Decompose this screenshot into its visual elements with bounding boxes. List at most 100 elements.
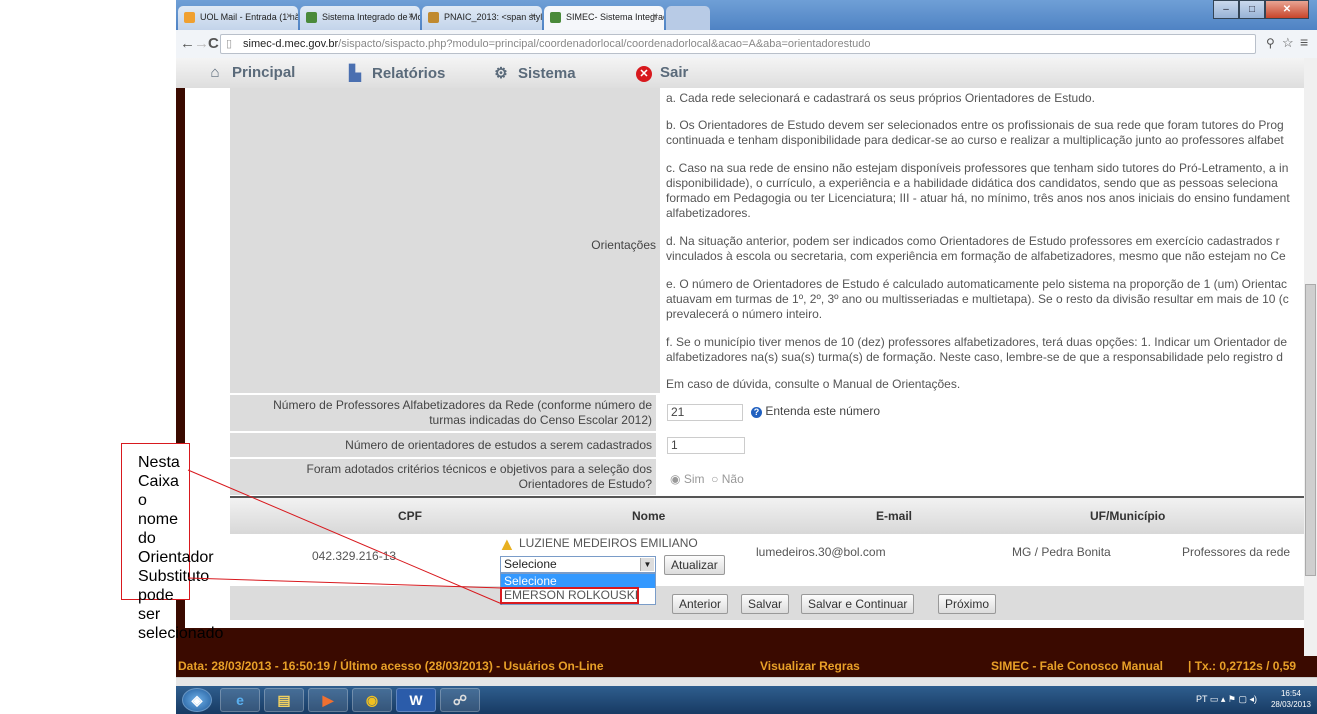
salvar-button[interactable]: Salvar	[741, 594, 790, 614]
nav-label: Principal	[232, 64, 296, 81]
salvar-continuar-button[interactable]: Salvar e Continuar	[801, 594, 915, 614]
atualizar-button[interactable]: Atualizar	[664, 555, 725, 575]
header-email: E-mail	[876, 509, 913, 523]
tab-close-icon[interactable]: ×	[530, 6, 536, 28]
folder-icon[interactable]: ▤	[264, 688, 304, 712]
tab-title: Sistema Integrado de Mo	[322, 12, 420, 22]
tab-close-icon[interactable]: ×	[408, 6, 414, 28]
num-orientadores-input[interactable]: 1	[667, 437, 745, 454]
num-professores-label: Número de Professores Alfabetizadores da…	[230, 395, 656, 431]
nav-sistema[interactable]: ⚙ Sistema	[492, 64, 576, 82]
anterior-button[interactable]: Anterior	[672, 594, 729, 614]
minimize-icon[interactable]: –	[1213, 0, 1239, 19]
window-close-icon[interactable]: ✕	[1265, 0, 1309, 19]
reload-icon[interactable]: C	[208, 35, 219, 52]
nav-label: Sistema	[518, 65, 576, 82]
maximize-icon[interactable]: □	[1239, 0, 1265, 19]
zoom-icon[interactable]: ⚲	[1266, 36, 1275, 50]
nav-sair[interactable]: ✕ Sair	[636, 64, 688, 82]
header-nome: Nome	[632, 509, 666, 523]
system-tray: PT ▭ ▴ ⚑ ▢ ◂)	[1196, 694, 1257, 704]
instruction-c1: c. Caso na sua rede de ensino não esteja…	[666, 161, 1289, 175]
instruction-f2: alfabetizadores na(s) sua(s) turma(s) de…	[666, 350, 1283, 364]
cell-funcao: Professores da rede	[1182, 545, 1291, 559]
clock-date: 28/03/2013	[1270, 700, 1311, 709]
cell-nome: LUZIENE MEDEIROS EMILIANO	[519, 536, 698, 550]
header-cpf: CPF	[398, 509, 422, 523]
exit-icon: ✕	[636, 66, 652, 82]
radio-nao[interactable]: ○	[711, 472, 718, 486]
instruction-c4: alfabetizadores.	[666, 206, 751, 220]
tab-title: UOL Mail - Entrada (1 não	[200, 12, 298, 22]
language-indicator[interactable]: PT	[1196, 694, 1207, 704]
option-selecione[interactable]: Selecione	[501, 574, 655, 588]
new-tab-button[interactable]	[666, 6, 710, 30]
orientador-substituto-select[interactable]: Selecione ▼	[500, 556, 656, 573]
instruction-d2: vinculados à escola ou secretaria, com e…	[666, 249, 1286, 263]
back-icon[interactable]: ←	[180, 35, 195, 52]
ie-icon[interactable]: e	[220, 688, 260, 712]
menu-icon[interactable]: ≡	[1300, 34, 1308, 50]
cell-email: lumedeiros.30@bol.com	[756, 545, 886, 559]
warning-icon: ▲	[498, 534, 516, 554]
label-line: turmas indicadas do Censo Escolar 2012)	[429, 413, 652, 427]
table-header: CPF Nome E-mail UF/Município	[230, 496, 1316, 536]
visualizar-regras-link[interactable]: Visualizar Regras	[760, 656, 860, 677]
chrome-icon[interactable]: ◉	[352, 688, 392, 712]
nav-principal[interactable]: ⌂ Principal	[206, 64, 295, 81]
windows-taskbar: ◈ e ▤ ▶ ◉ W ☍ PT ▭ ▴ ⚑ ▢ ◂) 16:54 28/03/…	[176, 686, 1317, 714]
nav-label: Relatórios	[372, 65, 446, 82]
browser-tab-pnaic[interactable]: PNAIC_2013: <span style ×	[422, 6, 542, 30]
instruction-f1: f. Se o município tiver menos de 10 (dez…	[666, 335, 1287, 349]
clock-time: 16:54	[1280, 689, 1301, 698]
chevron-down-icon[interactable]: ▼	[640, 558, 654, 571]
app-nav-bar: ⌂ Principal ▙ Relatórios ⚙ Sistema ✕ Sair	[176, 58, 1317, 89]
instruction-c2: disponibilidade), o currículo, a experiê…	[666, 176, 1278, 190]
instruction-b2: continuada e tenham disponibilidade para…	[666, 133, 1284, 147]
url-host: simec-d.mec.gov.br	[243, 38, 339, 50]
label-line: Orientadores de Estudo?	[518, 477, 652, 491]
start-button-icon[interactable]: ◈	[182, 688, 212, 712]
bookmark-star-icon[interactable]: ☆	[1282, 35, 1294, 51]
select-value: Selecione	[504, 557, 557, 571]
criterios-radio-group: ◉ Sim ○ Não	[670, 472, 744, 486]
browser-tab-simec-active[interactable]: SIMEC- Sistema Integrado ×	[544, 6, 664, 30]
proximo-button[interactable]: Próximo	[938, 594, 997, 614]
instruction-a: a. Cada rede selecionará e cadastrará os…	[666, 91, 1095, 105]
criterios-label: Foram adotados critérios técnicos e obje…	[230, 459, 656, 495]
address-bar[interactable]: ▯ simec-d.mec.gov.br/sispacto/sispacto.p…	[220, 34, 1256, 54]
tab-title: PNAIC_2013: <span style	[444, 12, 542, 22]
forward-icon[interactable]: →	[194, 35, 209, 52]
num-professores-input[interactable]: 21	[667, 404, 743, 421]
browser-tab-sistema[interactable]: Sistema Integrado de Mo ×	[300, 6, 420, 30]
clock[interactable]: 16:54 28/03/2013	[1271, 688, 1311, 710]
simec-favicon-icon	[306, 12, 317, 23]
info-icon: ?	[751, 407, 762, 418]
scrollbar-thumb[interactable]	[1305, 284, 1316, 576]
media-player-icon[interactable]: ▶	[308, 688, 348, 712]
entenda-link[interactable]: ? Entenda este número	[751, 404, 880, 418]
nav-label: Sair	[660, 64, 689, 81]
word-icon[interactable]: W	[396, 688, 436, 712]
instruction-duvida: Em caso de dúvida, consulte o Manual de …	[666, 377, 961, 391]
fale-conosco-link[interactable]: SIMEC - Fale Conosco Manual	[991, 656, 1163, 677]
footer-tx: | Tx.: 0,2712s / 0,59	[1188, 659, 1297, 673]
nav-relatorios[interactable]: ▙ Relatórios	[346, 64, 445, 82]
cell-cpf: 042.329.216-13	[312, 549, 397, 563]
tab-close-icon[interactable]: ×	[286, 6, 292, 28]
pnaic-favicon-icon	[428, 12, 439, 23]
gear-icon: ⚙	[494, 65, 508, 82]
page-icon: ▯	[226, 38, 233, 50]
entenda-text: Entenda este número	[765, 404, 881, 418]
chart-icon: ▙	[349, 65, 361, 82]
home-icon: ⌂	[210, 64, 220, 81]
tab-close-icon[interactable]: ×	[652, 6, 658, 28]
vertical-scrollbar[interactable]	[1304, 58, 1317, 656]
app-icon[interactable]: ☍	[440, 688, 480, 712]
radio-sim[interactable]: ◉	[670, 472, 680, 486]
instruction-e1: e. O número de Orientadores de Estudo é …	[666, 277, 1288, 291]
browser-tab-uol[interactable]: UOL Mail - Entrada (1 não ×	[178, 6, 298, 30]
form-label-column: Orientações	[230, 88, 660, 393]
table-row: 042.329.216-13 ▲ LUZIENE MEDEIROS EMILIA…	[230, 534, 1316, 584]
url-path: /sispacto/sispacto.php?modulo=principal/…	[338, 38, 871, 50]
